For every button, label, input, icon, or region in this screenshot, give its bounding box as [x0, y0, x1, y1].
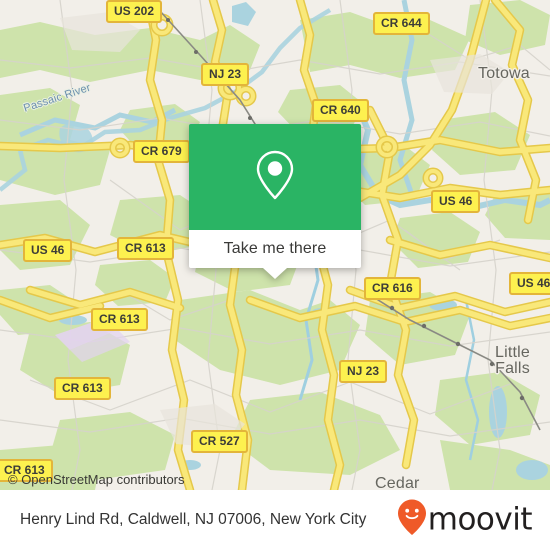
address-text: Henry Lind Rd, Caldwell, NJ 07006, New Y…	[20, 511, 367, 528]
shield-cr-527: CR 527	[191, 430, 248, 453]
shield-us-202: US 202	[106, 0, 163, 23]
shield-cr-640: CR 640	[312, 99, 369, 122]
shield-cr-616: CR 616	[364, 277, 421, 300]
osm-attribution[interactable]: © OpenStreetMap contributors	[8, 472, 185, 487]
popup-header	[189, 124, 361, 230]
shield-us-46-west: US 46	[23, 239, 73, 262]
shield-cr-644: CR 644	[373, 12, 430, 35]
popup-pointer-tail	[263, 268, 287, 279]
take-me-there-button[interactable]: Take me there	[224, 240, 327, 258]
moovit-brand[interactable]: moovit	[397, 499, 533, 542]
shield-nj-23-north: NJ 23	[201, 63, 250, 86]
location-pin-icon	[255, 149, 295, 206]
shield-cr-613-southwest: CR 613	[54, 377, 111, 400]
moovit-wordmark: moovit	[427, 501, 533, 538]
moovit-map-screen: US 202 CR 644 NJ 23 CR 640 CR 679 US 46 …	[0, 0, 550, 550]
moovit-smiley-pin-icon	[397, 499, 427, 542]
shield-us-46-northeast: US 46	[431, 190, 481, 213]
shield-nj-23-south: NJ 23	[339, 360, 388, 383]
shield-cr-613-mid: CR 613	[91, 308, 148, 331]
shield-us-46-east: US 46	[509, 272, 550, 295]
popup-action-bar[interactable]: Take me there	[189, 230, 361, 279]
footer-bar: Henry Lind Rd, Caldwell, NJ 07006, New Y…	[0, 490, 550, 550]
location-popup-card[interactable]: Take me there	[189, 124, 361, 279]
shield-cr-679: CR 679	[133, 140, 190, 163]
shield-cr-613-north: CR 613	[117, 237, 174, 260]
